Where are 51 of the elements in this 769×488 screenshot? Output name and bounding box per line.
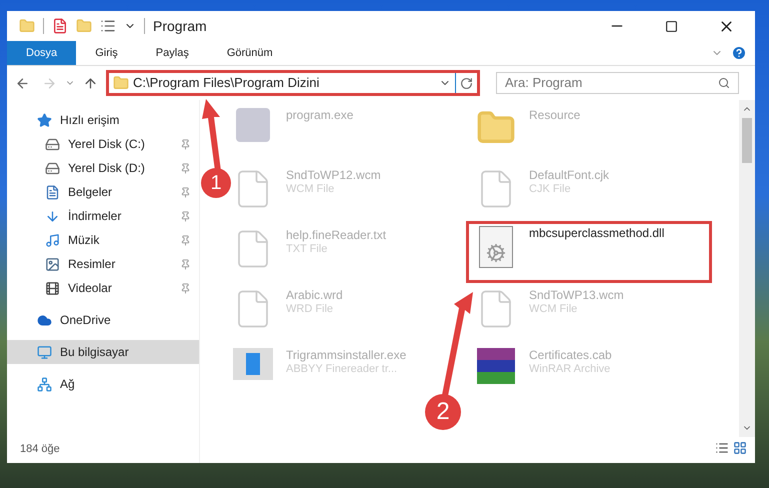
film-icon xyxy=(45,280,60,296)
document-icon xyxy=(45,184,60,200)
settings-file-icon xyxy=(479,226,513,268)
search-icon[interactable] xyxy=(718,77,730,89)
pin-icon[interactable] xyxy=(180,138,191,150)
monitor-icon xyxy=(37,344,52,360)
drive-icon xyxy=(45,160,60,176)
pin-icon[interactable] xyxy=(180,258,191,270)
ribbon-tab[interactable]: Giriş xyxy=(76,41,137,65)
nav-item[interactable]: Yerel Disk (D:) xyxy=(7,156,199,180)
picture-icon xyxy=(45,256,60,272)
help-icon[interactable] xyxy=(731,45,747,61)
drive-icon xyxy=(45,136,60,152)
star-icon xyxy=(37,112,52,128)
pin-icon[interactable] xyxy=(180,282,191,294)
music-note-icon xyxy=(45,232,60,248)
scrollbar[interactable] xyxy=(739,100,755,437)
maximize-icon[interactable] xyxy=(665,20,678,32)
nav-item[interactable]: Yerel Disk (C:) xyxy=(7,132,199,156)
search-input[interactable]: Ara: Program xyxy=(505,73,718,93)
nav-item[interactable]: İndirmeler xyxy=(7,204,199,228)
item-count: 184 öğe xyxy=(19,442,61,456)
nav-item[interactable]: Hızlı erişim xyxy=(7,108,199,132)
up-icon[interactable] xyxy=(83,76,98,90)
search-field[interactable]: Ara: Program xyxy=(496,72,739,94)
file-item[interactable]: mbcsuperclassmethod.dll xyxy=(469,224,709,280)
ribbon-tab[interactable]: Görünüm xyxy=(208,41,292,65)
network-icon xyxy=(37,376,52,392)
nav-item[interactable]: Müzik xyxy=(7,228,199,252)
folder-icon xyxy=(19,18,35,34)
pin-icon[interactable] xyxy=(180,234,191,246)
nav-item[interactable]: Bu bilgisayar xyxy=(7,340,199,364)
nav-item[interactable]: Videolar xyxy=(7,276,199,300)
nav-item[interactable]: Belgeler xyxy=(7,180,199,204)
cloud-icon xyxy=(37,312,52,328)
pin-icon[interactable] xyxy=(180,210,191,222)
address-bar[interactable]: C:\Program Files\Program Dizini xyxy=(106,70,480,96)
nav-item[interactable]: Resimler xyxy=(7,252,199,276)
ribbon-tab[interactable]: Paylaş xyxy=(136,41,208,65)
view-icon[interactable] xyxy=(100,18,116,34)
scrollbar-thumb[interactable] xyxy=(742,118,752,163)
details-view-icon[interactable] xyxy=(715,441,729,455)
nav-item[interactable]: OneDrive xyxy=(7,308,199,332)
pin-icon[interactable] xyxy=(180,186,191,198)
window-title: Program xyxy=(153,16,207,36)
down-arrow-icon xyxy=(45,208,60,224)
large-icons-view-icon[interactable] xyxy=(733,441,747,455)
back-icon[interactable] xyxy=(15,76,30,90)
nav-item[interactable]: Ağ xyxy=(7,372,199,396)
pin-icon[interactable] xyxy=(180,162,191,174)
ribbon-tab[interactable]: Dosya xyxy=(7,41,76,65)
